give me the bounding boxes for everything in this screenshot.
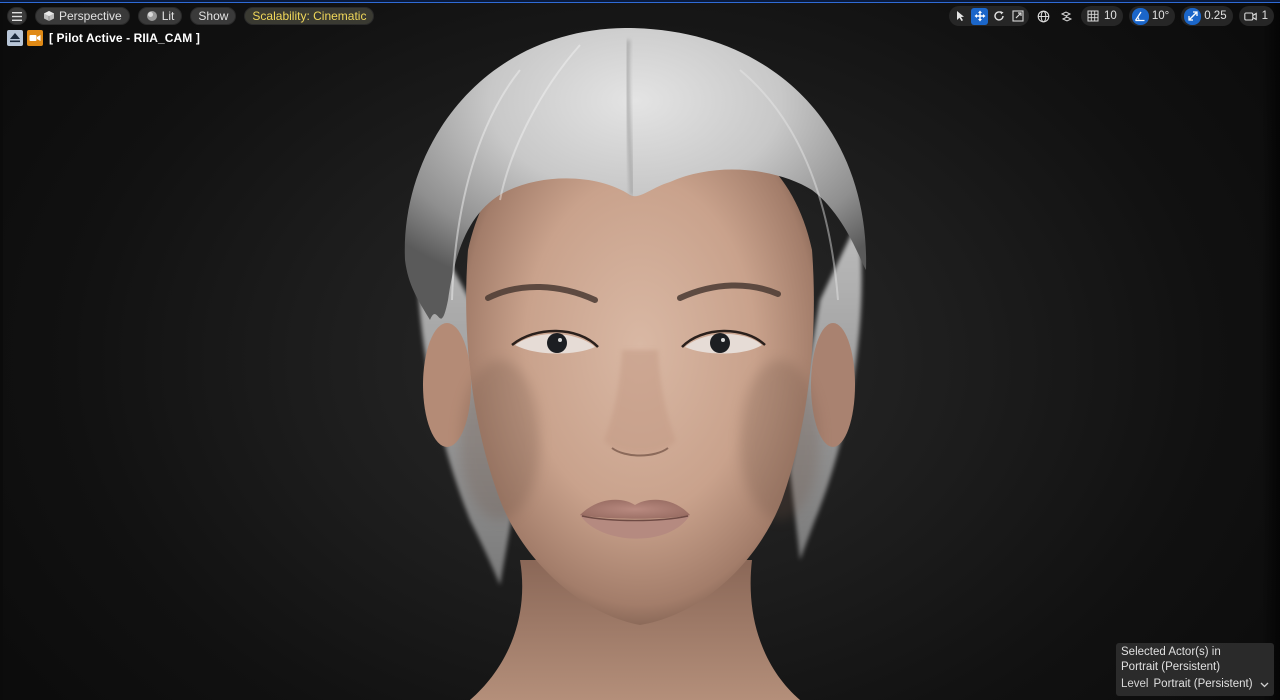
rotation-snap-value: 10° [1151, 10, 1170, 22]
selected-actor-line1: Selected Actor(s) in [1121, 646, 1221, 658]
viewport-toolbar-right: 10 10° 0.25 1 [949, 6, 1274, 26]
pilot-bar: [ Pilot Active - RIIA_CAM ] [7, 29, 200, 46]
grid-icon [1087, 10, 1099, 22]
scale-tool-button[interactable] [1009, 8, 1026, 25]
viewport-right-edge [1262, 3, 1280, 700]
cube-icon [44, 11, 54, 21]
lit-label: Lit [161, 9, 175, 23]
pilot-active-label: [ Pilot Active - RIIA_CAM ] [49, 30, 200, 45]
scalability-label: Scalability: Cinematic [252, 9, 367, 23]
grid-snap-toggle[interactable] [1084, 8, 1101, 25]
scalability-button[interactable]: Scalability: Cinematic [244, 7, 375, 25]
video-camera-icon [29, 34, 41, 41]
perspective-view-button[interactable]: Perspective [35, 7, 130, 25]
eject-pilot-button[interactable] [7, 29, 23, 46]
translate-tool-button[interactable] [971, 7, 989, 25]
perspective-label: Perspective [59, 9, 122, 23]
show-menu-button[interactable]: Show [190, 7, 237, 25]
camera-speed-value: 1 [1261, 10, 1268, 22]
level-selector[interactable]: Level Portrait (Persistent) [1121, 677, 1269, 692]
chevron-down-icon [1260, 682, 1269, 687]
rotation-snap-toggle[interactable] [1131, 7, 1149, 25]
surface-snapping-button[interactable] [1058, 8, 1075, 25]
globe-icon [1037, 10, 1050, 22]
hamburger-icon [12, 11, 22, 21]
scale-icon [1011, 10, 1024, 22]
scale-arrow-icon [1188, 11, 1198, 21]
scale-snap-value: 0.25 [1204, 10, 1227, 22]
viewport-left-edge [0, 3, 3, 700]
pilot-camera-button[interactable] [27, 29, 43, 46]
world-space-button[interactable] [1035, 8, 1052, 25]
camera-speed-button[interactable] [1242, 8, 1259, 25]
camera-speed-group[interactable]: 1 [1238, 6, 1274, 26]
rotate-icon [993, 11, 1004, 21]
select-tool-button[interactable] [952, 8, 969, 25]
camera-icon [1243, 11, 1257, 21]
show-label: Show [198, 9, 229, 23]
selected-actor-info: Selected Actor(s) in Portrait (Persisten… [1116, 643, 1274, 696]
rotation-snap-group[interactable]: 10° [1128, 6, 1176, 26]
scale-snap-toggle[interactable] [1184, 7, 1202, 25]
eject-icon [10, 33, 20, 43]
grid-snap-group[interactable]: 10 [1081, 6, 1123, 26]
level-viewport[interactable]: Perspective Lit Show Scalability: Cinema… [0, 0, 1280, 700]
cursor-arrow-icon [957, 11, 965, 21]
level-value: Portrait (Persistent) [1153, 678, 1253, 690]
lit-sphere-icon [146, 11, 157, 21]
lit-mode-button[interactable]: Lit [137, 7, 183, 25]
level-label: Level [1121, 678, 1149, 690]
selected-actor-line2: Portrait (Persistent) [1121, 661, 1221, 673]
grid-snap-value: 10 [1104, 10, 1117, 22]
angle-icon [1135, 11, 1145, 22]
viewport-toolbar-left: Perspective Lit Show Scalability: Cinema… [7, 6, 375, 26]
viewport-menu-button[interactable] [7, 7, 27, 25]
move-arrows-icon [974, 10, 986, 22]
rotate-tool-button[interactable] [990, 8, 1007, 25]
scale-snap-group[interactable]: 0.25 [1181, 6, 1233, 26]
portrait-render [404, 28, 867, 700]
transform-tools-group [949, 6, 1030, 26]
surface-snap-icon [1060, 10, 1073, 22]
